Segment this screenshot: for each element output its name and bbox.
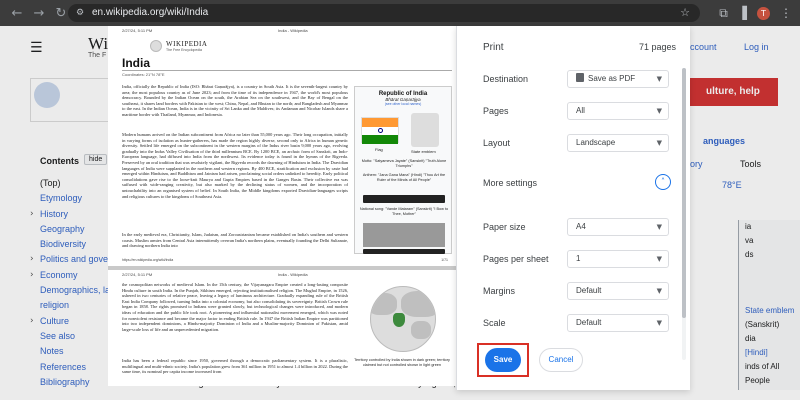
cancel-button[interactable]: Cancel: [539, 348, 583, 372]
pages-per-sheet-label: Pages per sheet: [483, 254, 549, 264]
pdf-file-icon: [576, 73, 584, 82]
paragraph-5: India has been a federal republic since …: [122, 358, 348, 375]
chevron-down-icon: ▼: [656, 75, 662, 83]
destination-select[interactable]: Save as PDF ▼: [567, 70, 669, 88]
chevron-down-icon: ▼: [656, 223, 662, 231]
page-header-date: 2/27/24, 5:11 PM: [122, 28, 153, 33]
infobox-other-names: (see other local names): [384, 102, 422, 106]
sheet-infobox: Republic of India Bhārat Gaṇarājya (see …: [354, 86, 452, 254]
scrollbar-thumb[interactable]: [682, 68, 686, 318]
paragraph-2: Modern humans arrived on the Indian subc…: [122, 132, 348, 199]
sheet-wiki-logo: WIKIPEDIA: [166, 40, 208, 48]
page-footer-number: 1/71: [441, 258, 448, 262]
page-count: 71 pages: [638, 42, 676, 52]
title-divider: [122, 70, 452, 71]
anthem: Anthem: "Jana Gana Mana" (Hindi) "Thou A…: [362, 173, 446, 182]
back-arrow-icon[interactable]: ←: [6, 0, 28, 26]
page-header-date: 2/27/24, 5:11 PM: [122, 272, 153, 277]
national-song: National song: "Vande Mataram" (Sanskrit…: [359, 207, 449, 216]
chevron-down-icon: ▼: [656, 255, 662, 263]
url-text: en.wikipedia.org/wiki/India: [92, 7, 209, 18]
flag-caption: Flag: [375, 147, 383, 152]
more-settings-label[interactable]: More settings: [483, 178, 537, 188]
chevron-down-icon: ▼: [656, 319, 662, 327]
address-bar[interactable]: ⚙ en.wikipedia.org/wiki/India ☆: [68, 4, 700, 22]
margins-select[interactable]: Default ▼: [567, 282, 669, 300]
wikipedia-globe-icon: [150, 40, 162, 52]
bookmark-star-icon[interactable]: ☆: [680, 4, 690, 22]
india-globe-map: [370, 286, 436, 352]
coordinates: Coordinates: 21°N 78°E: [122, 72, 165, 77]
side-panel-icon[interactable]: ▐: [738, 6, 747, 20]
print-dialog: Print 71 pages Destination Save as PDF ▼ …: [456, 26, 690, 390]
page-header-title: India - Wikipedia: [278, 28, 308, 33]
map-caption: Territory controlled by India shown in d…: [354, 358, 450, 367]
song-audio-player[interactable]: [363, 249, 445, 254]
extensions-icon[interactable]: ⧉: [719, 6, 728, 21]
scale-select[interactable]: Default ▼: [567, 314, 669, 332]
preview-page-2: 2/27/24, 5:11 PM India - Wikipedia the c…: [108, 270, 456, 386]
paragraph-4: the cosmopolitan networks of medieval Is…: [122, 282, 348, 332]
motto: Motto: "Satyameva Jayate" (Sanskrit) "Tr…: [361, 159, 447, 168]
dialog-scrollbar[interactable]: [682, 68, 686, 360]
preview-page-1: 2/27/24, 5:11 PM India - Wikipedia WIKIP…: [108, 26, 456, 266]
print-title: Print: [483, 42, 504, 53]
state-emblem-icon: [411, 113, 439, 147]
site-info-icon[interactable]: ⚙: [76, 4, 84, 22]
layout-label: Layout: [483, 138, 511, 148]
browser-toolbar: ← → ↻ ⚙ en.wikipedia.org/wiki/India ☆ ⧉ …: [0, 0, 800, 26]
paper-size-label: Paper size: [483, 222, 526, 232]
chevron-up-icon[interactable]: ˄: [655, 174, 671, 190]
paper-size-select[interactable]: A4 ▼: [567, 218, 669, 236]
layout-select[interactable]: Landscape ▼: [567, 134, 669, 152]
menu-icon[interactable]: ⋮: [780, 6, 792, 20]
scale-label: Scale: [483, 318, 506, 328]
song-image: [363, 223, 445, 247]
destination-label: Destination: [483, 74, 529, 84]
print-preview: 2/27/24, 5:11 PM India - Wikipedia WIKIP…: [108, 26, 456, 386]
chevron-down-icon: ▼: [656, 107, 662, 115]
paragraph-3: In the early medieval era, Christianity,…: [122, 232, 348, 249]
article-title: India: [122, 56, 151, 70]
page-footer-url: https://en.wikipedia.org/wiki/India: [122, 258, 174, 262]
sheet-wiki-tagline: The Free Encyclopedia: [166, 48, 202, 52]
margins-label: Margins: [483, 286, 516, 296]
india-flag-icon: [361, 117, 399, 144]
paragraph-1: India, officially the Republic of India …: [122, 84, 348, 117]
chevron-down-icon: ▼: [656, 139, 662, 147]
emblem-caption: State emblem: [411, 149, 436, 154]
pages-per-sheet-select[interactable]: 1 ▼: [567, 250, 669, 268]
anthem-audio-player[interactable]: [363, 195, 445, 203]
save-button[interactable]: Save: [485, 348, 521, 372]
avatar[interactable]: T: [757, 6, 770, 20]
page-header-title: India - Wikipedia: [278, 272, 308, 277]
pages-label: Pages: [483, 106, 509, 116]
pages-select[interactable]: All ▼: [567, 102, 669, 120]
chevron-down-icon: ▼: [656, 287, 662, 295]
forward-arrow-icon[interactable]: →: [28, 0, 50, 26]
